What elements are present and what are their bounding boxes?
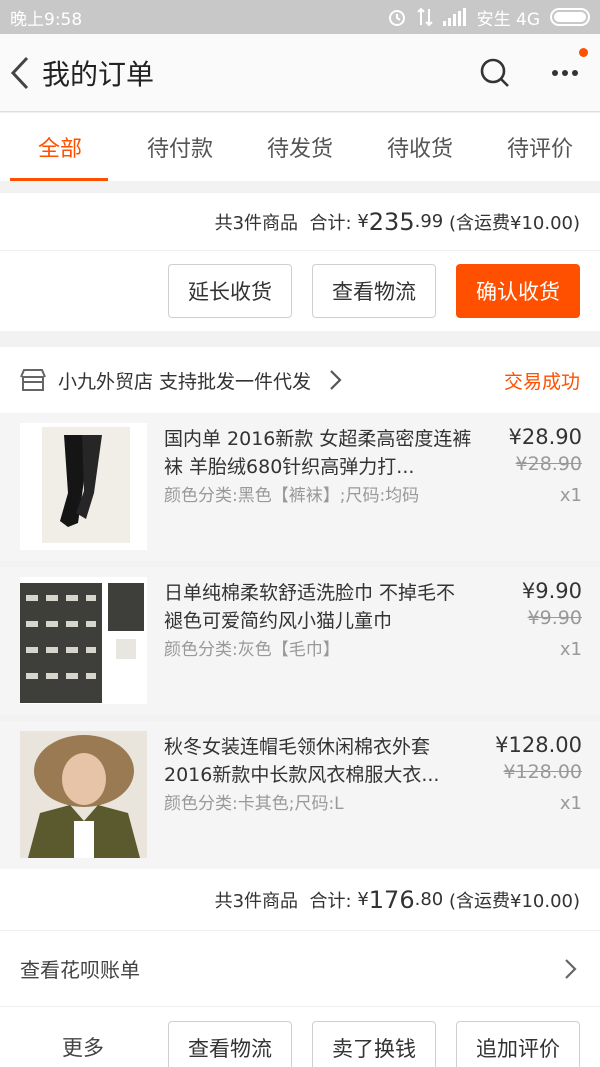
list-item[interactable]: 秋冬女装连帽毛领休闲棉衣外套 2016新款中长款风衣棉服大衣... 颜色分类:卡… [0, 721, 600, 869]
tab-pending-shipment[interactable]: 待发货 [240, 113, 360, 181]
product-quantity: x1 [559, 485, 582, 506]
list-item[interactable]: 日单纯棉柔软舒适洗脸巾 不掉毛不褪色可爱简约风小猫儿童巾 颜色分类:灰色【毛巾】… [0, 567, 600, 715]
currency: ¥ [357, 889, 369, 910]
alarm-icon [388, 10, 405, 26]
sell-button[interactable]: 卖了换钱 [312, 1021, 436, 1067]
search-icon [480, 58, 509, 87]
product-price: ¥28.90 [508, 425, 582, 449]
product-thumbnail [20, 423, 147, 550]
order-summary: 共3件商品 合计: ¥ 176 .80 (含运费¥10.00) [0, 869, 600, 931]
total-label: 合计: [309, 890, 352, 912]
status-time: 晚上9:58 [10, 9, 83, 30]
page-title: 我的订单 [42, 57, 155, 91]
order-actions: 更多 查看物流 卖了换钱 追加评价 [0, 1007, 600, 1067]
view-logistics-button[interactable]: 查看物流 [168, 1021, 292, 1067]
data-arrows-icon [416, 7, 433, 27]
search-button[interactable] [460, 34, 530, 112]
total-integer: 176 [368, 885, 415, 914]
original-price: ¥28.90 [515, 453, 582, 475]
original-price: ¥128.00 [503, 761, 582, 783]
carrier-label: 安生 4G [476, 9, 540, 30]
chevron-right-icon [565, 958, 577, 979]
tab-pending-review[interactable]: 待评价 [480, 113, 600, 181]
product-thumbnail [20, 731, 147, 858]
tab-pending-receipt[interactable]: 待收货 [360, 113, 480, 181]
back-button[interactable] [0, 34, 40, 112]
product-spec: 颜色分类:黑色【裤袜】;尺码:均码 [164, 486, 420, 506]
shipping-fee: (含运费¥10.00) [448, 890, 580, 912]
product-title: 日单纯棉柔软舒适洗脸巾 不掉毛不褪色可爱简约风小猫儿童巾 [164, 582, 456, 632]
notification-dot [579, 47, 588, 57]
product-spec: 颜色分类:卡其色;尺码:L [164, 794, 344, 814]
item-count: 共3件商品 [214, 890, 299, 912]
store-row[interactable]: 小九外贸店 支持批发一件代发 交易成功 [0, 347, 600, 413]
original-price: ¥9.90 [527, 607, 582, 629]
order-tabs: 全部 待付款 待发货 待收货 待评价 [0, 113, 600, 181]
product-price: ¥128.00 [495, 733, 582, 757]
order-summary: 共3件商品 合计: ¥ 235 .99 (含运费¥10.00) [0, 193, 600, 251]
battery-icon [550, 8, 590, 26]
item-count: 共3件商品 [214, 212, 299, 234]
store-icon [20, 369, 46, 391]
chevron-left-icon [10, 56, 29, 89]
chevron-right-icon [330, 370, 342, 390]
extend-receipt-button[interactable]: 延长收货 [168, 264, 292, 318]
huabei-row[interactable]: 查看花呗账单 [0, 931, 600, 1007]
store-name: 小九外贸店 支持批发一件代发 [58, 370, 312, 393]
nav-bar: 我的订单 [0, 34, 600, 112]
order-status: 交易成功 [503, 370, 580, 393]
total-decimal: .99 [414, 211, 444, 232]
huabei-label: 查看花呗账单 [20, 958, 140, 982]
product-spec: 颜色分类:灰色【毛巾】 [164, 640, 340, 660]
product-quantity: x1 [559, 793, 582, 814]
order-card-1: 共3件商品 合计: ¥ 235 .99 (含运费¥10.00) 延长收货 查看物… [0, 193, 600, 331]
list-item[interactable]: 国内单 2016新款 女超柔高密度连裤袜 羊胎绒680针织高弹力打... 颜色分… [0, 413, 600, 561]
product-title: 秋冬女装连帽毛领休闲棉衣外套 2016新款中长款风衣棉服大衣... [164, 736, 440, 786]
view-logistics-button[interactable]: 查看物流 [312, 264, 436, 318]
total-decimal: .80 [414, 889, 444, 910]
signal-icon [442, 8, 466, 26]
tab-pending-payment[interactable]: 待付款 [120, 113, 240, 181]
order-card-2-header: 小九外贸店 支持批发一件代发 交易成功 [0, 347, 600, 413]
product-price: ¥9.90 [521, 579, 582, 603]
product-quantity: x1 [559, 639, 582, 660]
total-label: 合计: [309, 212, 352, 234]
more-menu-button[interactable] [530, 34, 600, 112]
order-card-2-footer: 共3件商品 合计: ¥ 176 .80 (含运费¥10.00) 查看花呗账单 更… [0, 869, 600, 1067]
status-bar: 晚上9:58 安生 4G [0, 0, 600, 34]
confirm-receipt-button[interactable]: 确认收货 [456, 264, 580, 318]
currency: ¥ [357, 211, 369, 232]
more-button[interactable]: 更多 [0, 1021, 104, 1067]
tab-all[interactable]: 全部 [0, 113, 120, 181]
product-thumbnail [20, 577, 147, 704]
order-actions: 延长收货 查看物流 确认收货 [0, 251, 600, 331]
add-review-button[interactable]: 追加评价 [456, 1021, 580, 1067]
shipping-fee: (含运费¥10.00) [448, 212, 580, 234]
more-dots-icon [552, 69, 578, 76]
total-integer: 235 [368, 207, 415, 236]
product-title: 国内单 2016新款 女超柔高密度连裤袜 羊胎绒680针织高弹力打... [164, 428, 472, 478]
